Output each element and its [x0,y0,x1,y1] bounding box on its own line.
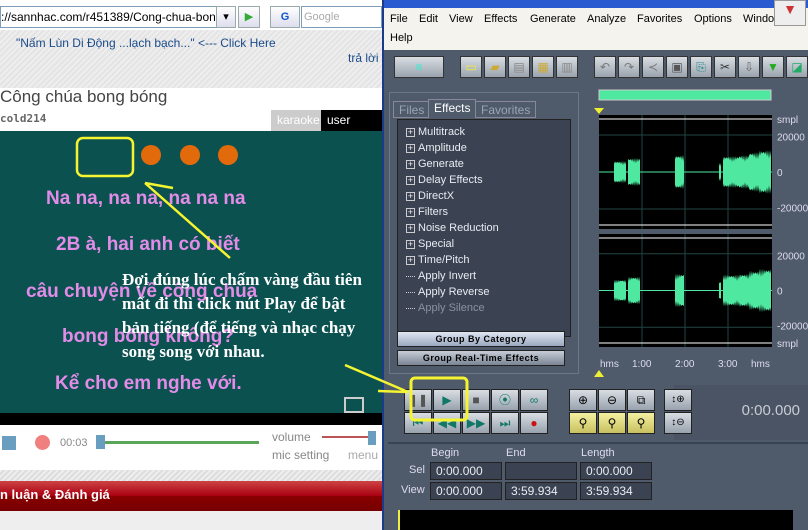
instruction-annotation: Đợi đúng lúc chấm vàng đầu tiên mất đi t… [122,270,362,361]
annotation-overlay [75,136,469,422]
